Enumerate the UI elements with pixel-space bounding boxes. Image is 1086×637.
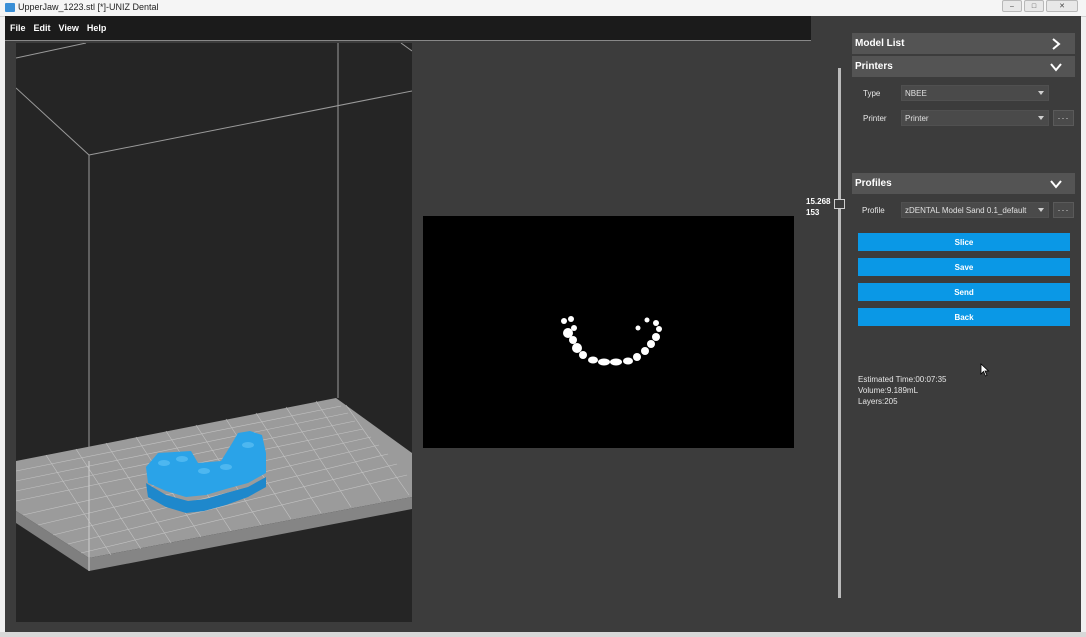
window-controls: – □ ✕: [1002, 0, 1078, 14]
slice-preview: [423, 216, 794, 448]
3d-viewport[interactable]: [16, 43, 412, 622]
window-titlebar: UpperJaw_1223.stl [*]-UNIZ Dental – □ ✕: [0, 0, 1086, 17]
profile-select[interactable]: zDENTAL Model Sand 0.1_default: [901, 202, 1049, 218]
save-button[interactable]: Save: [858, 258, 1070, 276]
layer-slider-handle[interactable]: [834, 199, 845, 209]
chevron-right-icon: [1049, 37, 1063, 51]
mouse-pointer-icon: [980, 363, 990, 382]
layer-height-readout: 15.268: [806, 197, 831, 206]
close-button[interactable]: ✕: [1046, 0, 1078, 12]
slice-image: [561, 316, 662, 366]
volume-info: Volume:9.189mL: [858, 386, 919, 395]
estimated-time: Estimated Time:00:07:35: [858, 375, 947, 384]
side-panel: Model List Printers Type NBEE Printer Pr…: [852, 16, 1075, 632]
menu-view[interactable]: View: [58, 23, 80, 33]
printers-label: Printers: [855, 61, 893, 72]
profiles-header[interactable]: Profiles: [852, 173, 1075, 194]
dropdown-arrow-icon: [1038, 116, 1044, 120]
maximize-button[interactable]: □: [1024, 0, 1044, 12]
slice-button[interactable]: Slice: [858, 233, 1070, 251]
model-list-label: Model List: [855, 38, 905, 49]
printers-header[interactable]: Printers: [852, 56, 1075, 77]
printer-label: Printer: [863, 114, 887, 123]
chevron-down-icon: [1049, 177, 1063, 191]
printer-value: Printer: [905, 113, 929, 123]
printer-type-select[interactable]: NBEE: [901, 85, 1049, 101]
window-bottom-border: [0, 632, 1086, 637]
printer-more-button[interactable]: ···: [1053, 110, 1074, 126]
menu-file[interactable]: File: [9, 23, 27, 33]
back-button[interactable]: Back: [858, 308, 1070, 326]
dropdown-arrow-icon: [1038, 91, 1044, 95]
chevron-down-icon: [1049, 60, 1063, 74]
app-icon: [5, 3, 15, 12]
layer-slider-track[interactable]: [838, 68, 841, 598]
menu-help[interactable]: Help: [86, 23, 108, 33]
window-title: UpperJaw_1223.stl [*]-UNIZ Dental: [18, 2, 159, 12]
send-button[interactable]: Send: [858, 283, 1070, 301]
profiles-label: Profiles: [855, 178, 892, 189]
dropdown-arrow-icon: [1038, 208, 1044, 212]
printer-select[interactable]: Printer: [901, 110, 1049, 126]
type-label: Type: [863, 89, 881, 98]
build-volume-scene: [16, 43, 412, 571]
menu-edit[interactable]: Edit: [33, 23, 52, 33]
profile-value: zDENTAL Model Sand 0.1_default: [905, 205, 1027, 215]
profile-more-button[interactable]: ···: [1053, 202, 1074, 218]
menu-bar: File Edit View Help: [5, 16, 811, 41]
profile-label: Profile: [862, 206, 885, 215]
model-list-header[interactable]: Model List: [852, 33, 1075, 54]
printer-type-value: NBEE: [905, 88, 927, 98]
minimize-button[interactable]: –: [1002, 0, 1022, 12]
layer-number-readout: 153: [806, 208, 820, 217]
layers-info: Layers:205: [858, 397, 898, 406]
